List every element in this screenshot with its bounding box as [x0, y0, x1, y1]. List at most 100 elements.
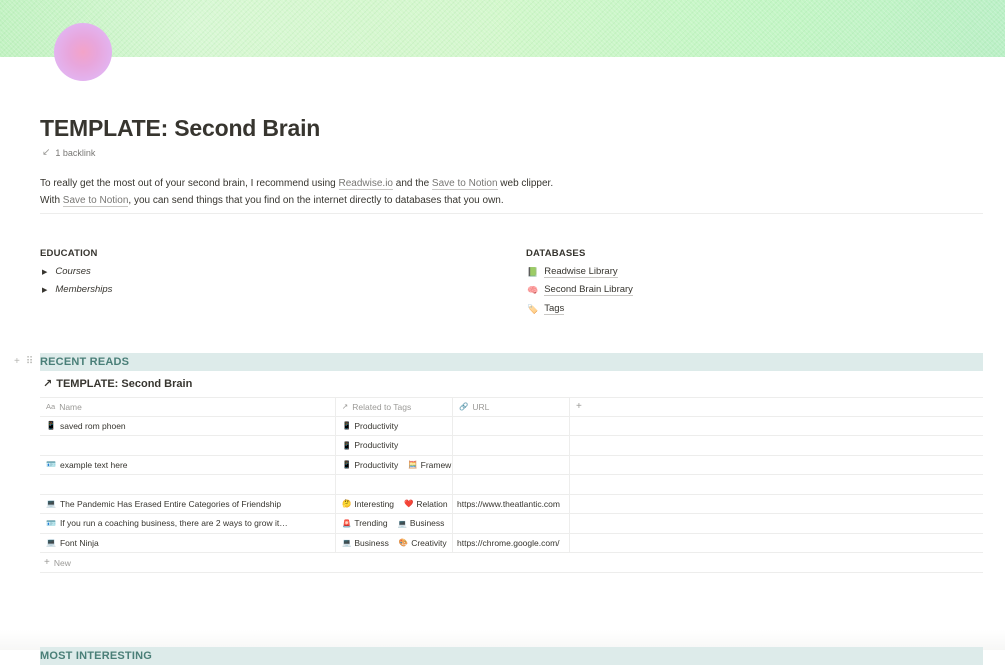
url-cell[interactable]: [453, 455, 570, 474]
table-row[interactable]: 🪪 If you run a coaching business, there a…: [40, 514, 983, 534]
db-link-label: Second Brain Library: [544, 284, 633, 296]
drag-handle-icon[interactable]: ⠿: [26, 356, 33, 367]
recent-reads-heading[interactable]: RECENT READS: [40, 353, 983, 371]
url-cell[interactable]: [453, 475, 570, 494]
text-property-icon: Aa: [46, 402, 56, 412]
url-cell[interactable]: [453, 436, 570, 455]
tags-cell[interactable]: 💻 Business 🎨 Creativity: [336, 533, 453, 552]
page-cover[interactable]: [0, 0, 1005, 57]
name-cell[interactable]: 📱 saved rom phoen: [40, 416, 336, 435]
tags-link[interactable]: 🏷️ Tags: [527, 303, 565, 315]
name-cell[interactable]: 💻 Font Ninja: [40, 533, 336, 552]
column-header-name[interactable]: Aa Name: [40, 398, 336, 416]
intro-paragraph-2: With Save to Notion, you can send things…: [40, 194, 504, 207]
page-icon[interactable]: [54, 23, 112, 81]
table-header-row: Aa Name ↗ Related to Tags 🔗 URL +: [40, 397, 983, 417]
backlink-label: 1 backlink: [55, 147, 96, 158]
empty-cell: [570, 534, 983, 553]
tags-cell[interactable]: 📱 Productivity 🧮 Framew: [336, 455, 453, 474]
readwise-link[interactable]: Readwise.io: [338, 178, 393, 190]
block-handle[interactable]: + ⠿: [14, 356, 33, 367]
intro-text: With: [40, 195, 63, 206]
linked-db-arrow-icon: ↗: [43, 378, 53, 390]
table-body: 📱 saved rom phoen 📱 Productivity 📱 Productivi…: [40, 416, 983, 553]
table-row[interactable]: [40, 475, 983, 495]
save-to-notion-link[interactable]: Save to Notion: [62, 195, 129, 207]
name-cell[interactable]: [40, 475, 336, 494]
intro-text: , you can send things that you find on t…: [128, 195, 504, 206]
tag-chip[interactable]: 💻 Business: [398, 518, 445, 528]
table-row[interactable]: 📱 saved rom phoen 📱 Productivity: [40, 416, 983, 436]
tag-chip[interactable]: 🧮 Framew: [408, 460, 451, 470]
empty-cell: [570, 514, 983, 533]
url-text[interactable]: https://www.theatlantic.com: [457, 499, 560, 509]
second-brain-library-link[interactable]: 🧠 Second Brain Library: [527, 284, 633, 296]
add-block-icon[interactable]: +: [14, 356, 20, 367]
toggle-triangle-icon[interactable]: ▶: [42, 286, 47, 294]
tag-icon: 🤔: [342, 499, 352, 509]
add-property-button[interactable]: +: [570, 398, 983, 416]
backlink[interactable]: ↙ 1 backlink: [42, 147, 95, 158]
tag-chip[interactable]: 🚨 Trending: [342, 518, 388, 528]
url-cell[interactable]: https://chrome.google.com/: [453, 533, 570, 552]
row-page-icon: 🪪: [46, 518, 56, 528]
intro-paragraph-1: To really get the most out of your secon…: [40, 177, 553, 190]
toggle-courses[interactable]: ▶ Courses: [42, 266, 91, 277]
add-property-icon: +: [576, 401, 582, 413]
tag-chip[interactable]: ❤️ Relation: [404, 499, 448, 509]
relation-property-icon: ↗: [342, 402, 349, 412]
empty-cell: [570, 456, 983, 475]
recent-reads-table: Aa Name ↗ Related to Tags 🔗 URL + 📱 saved…: [40, 397, 983, 573]
new-row-label: New: [53, 557, 71, 568]
name-cell[interactable]: 🪪 example text here: [40, 455, 336, 474]
table-row[interactable]: 💻 The Pandemic Has Erased Entire Categori…: [40, 494, 983, 514]
page-title[interactable]: TEMPLATE: Second Brain: [40, 115, 320, 142]
tag-icon: 📱: [342, 440, 352, 450]
tags-cell[interactable]: [336, 475, 453, 494]
toggle-label: Memberships: [55, 284, 113, 295]
name-cell[interactable]: 🪪 If you run a coaching business, there a…: [40, 514, 336, 533]
url-text[interactable]: https://chrome.google.com/: [457, 538, 560, 548]
tag-chip[interactable]: 🎨 Creativity: [399, 538, 447, 548]
education-heading: EDUCATION: [40, 248, 98, 259]
tags-cell[interactable]: 📱 Productivity: [336, 416, 453, 435]
toggle-triangle-icon[interactable]: ▶: [42, 268, 47, 276]
linked-db-title[interactable]: ↗ TEMPLATE: Second Brain: [43, 377, 192, 391]
toggle-label: Courses: [55, 266, 91, 277]
save-to-notion-link[interactable]: Save to Notion: [431, 178, 498, 190]
tag-icon: 📱: [342, 421, 352, 431]
table-row[interactable]: 💻 Font Ninja 💻 Business 🎨 Creativity https://c…: [40, 533, 983, 553]
tag-chip[interactable]: 📱 Productivity: [342, 440, 398, 450]
row-page-icon: 📱: [46, 421, 56, 431]
column-header-label: Name: [59, 401, 82, 412]
new-row-button[interactable]: + New: [40, 553, 983, 573]
name-cell[interactable]: 💻 The Pandemic Has Erased Entire Categori…: [40, 494, 336, 513]
tags-cell[interactable]: 🤔 Interesting ❤️ Relation: [336, 494, 453, 513]
tags-cell[interactable]: 📱 Productivity: [336, 436, 453, 455]
url-cell[interactable]: https://www.theatlantic.com: [453, 494, 570, 513]
column-header-url[interactable]: 🔗 URL: [453, 398, 570, 416]
tag-chip[interactable]: 📱 Productivity: [342, 460, 398, 470]
link-property-icon: 🔗: [459, 402, 469, 412]
tag-icon: 🏷️: [527, 303, 539, 314]
row-name: The Pandemic Has Erased Entire Categorie…: [59, 498, 282, 509]
tags-cell[interactable]: 🚨 Trending 💻 Business: [336, 514, 453, 533]
tag-label: Productivity: [354, 459, 399, 470]
tag-label: Interesting: [354, 498, 395, 509]
toggle-memberships[interactable]: ▶ Memberships: [42, 284, 112, 295]
url-cell[interactable]: [453, 514, 570, 533]
tag-chip[interactable]: 📱 Productivity: [342, 421, 398, 431]
tag-chip[interactable]: 💻 Business: [342, 538, 389, 548]
table-row[interactable]: 📱 Productivity: [40, 436, 983, 456]
tag-icon: 🧮: [408, 460, 418, 470]
table-row[interactable]: 🪪 example text here 📱 Productivity 🧮 Framew: [40, 455, 983, 475]
row-name: Font Ninja: [59, 537, 99, 548]
tag-chip[interactable]: 🤔 Interesting: [342, 499, 394, 509]
url-cell[interactable]: [453, 416, 570, 435]
most-interesting-heading[interactable]: MOST INTERESTING: [40, 647, 983, 665]
databases-heading: DATABASES: [526, 248, 586, 259]
name-cell[interactable]: [40, 436, 336, 455]
readwise-library-link[interactable]: 📗 Readwise Library: [527, 266, 618, 278]
column-header-tags[interactable]: ↗ Related to Tags: [336, 398, 453, 416]
backlink-arrow-icon: ↙: [42, 147, 51, 158]
